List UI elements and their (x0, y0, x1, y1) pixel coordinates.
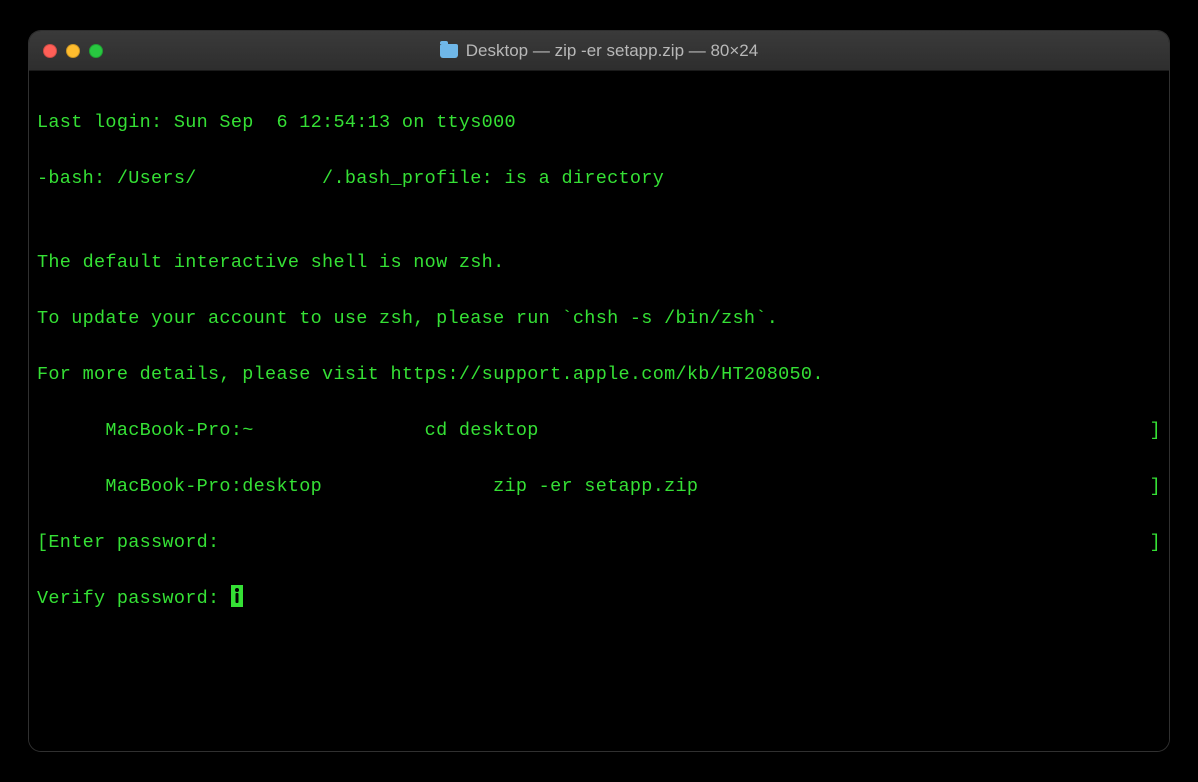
terminal-line: -bash: /Users/ /.bash_profile: is a dire… (37, 165, 1161, 193)
terminal-line: The default interactive shell is now zsh… (37, 249, 1161, 277)
key-cursor-icon (231, 585, 243, 607)
terminal-line: For more details, please visit https://s… (37, 361, 1161, 389)
line-end-bracket: ] (1150, 417, 1161, 445)
line-end-bracket: ] (1150, 529, 1161, 557)
folder-icon (440, 44, 458, 58)
terminal-body[interactable]: Last login: Sun Sep 6 12:54:13 on ttys00… (29, 71, 1169, 751)
titlebar[interactable]: Desktop — zip -er setapp.zip — 80×24 (29, 31, 1169, 71)
window-title: Desktop — zip -er setapp.zip — 80×24 (466, 41, 758, 61)
terminal-line: To update your account to use zsh, pleas… (37, 305, 1161, 333)
terminal-line: Verify password: (37, 585, 1161, 613)
prompt-line: MacBook-Pro:~ cd desktop (37, 417, 1150, 445)
password-prompt: [Enter password: (37, 529, 1150, 557)
traffic-lights (43, 44, 103, 58)
minimize-icon[interactable] (66, 44, 80, 58)
terminal-line: MacBook-Pro:~ cd desktop] (37, 417, 1161, 445)
prompt-line: MacBook-Pro:desktop zip -er setapp.zip (37, 473, 1150, 501)
window-title-wrap: Desktop — zip -er setapp.zip — 80×24 (29, 41, 1169, 61)
line-end-bracket: ] (1150, 473, 1161, 501)
verify-password-prompt: Verify password: (37, 588, 231, 609)
terminal-line: MacBook-Pro:desktop zip -er setapp.zip] (37, 473, 1161, 501)
terminal-window: Desktop — zip -er setapp.zip — 80×24 Las… (29, 31, 1169, 751)
close-icon[interactable] (43, 44, 57, 58)
terminal-line: [Enter password: ] (37, 529, 1161, 557)
maximize-icon[interactable] (89, 44, 103, 58)
terminal-line: Last login: Sun Sep 6 12:54:13 on ttys00… (37, 109, 1161, 137)
